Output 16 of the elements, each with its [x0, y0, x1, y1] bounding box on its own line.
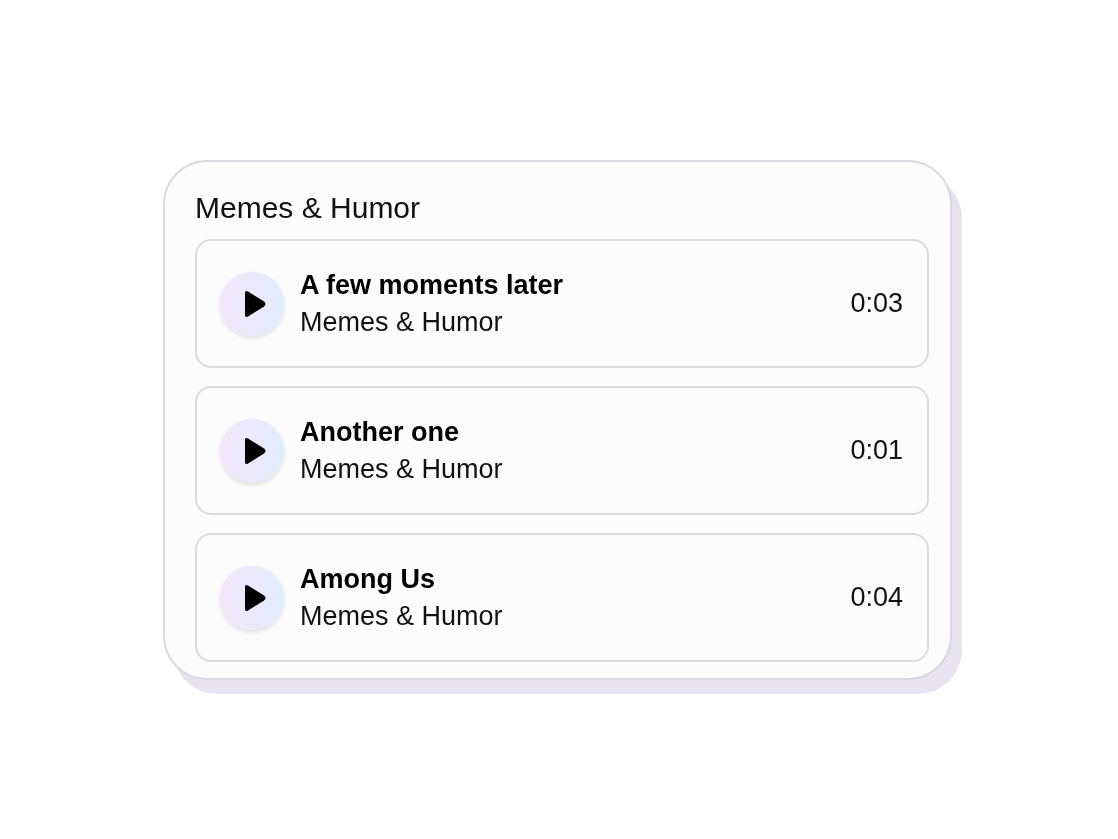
track-item[interactable]: Another one Memes & Humor 0:01	[195, 386, 929, 515]
track-duration: 0:03	[850, 288, 903, 319]
track-category: Memes & Humor	[300, 453, 504, 485]
track-duration: 0:01	[850, 435, 903, 466]
track-category: Memes & Humor	[300, 306, 504, 338]
play-button[interactable]	[220, 271, 284, 336]
play-button[interactable]	[220, 418, 284, 483]
play-button[interactable]	[220, 565, 284, 630]
track-duration: 0:04	[850, 582, 903, 613]
track-category: Memes & Humor	[300, 600, 504, 632]
track-title: A few moments later	[300, 269, 565, 301]
track-item[interactable]: A few moments later Memes & Humor 0:03	[195, 239, 929, 368]
playlist-title: Memes & Humor	[195, 190, 422, 226]
track-title: Among Us	[300, 563, 436, 595]
track-item[interactable]: Among Us Memes & Humor 0:04	[195, 533, 929, 662]
track-title: Another one	[300, 416, 460, 448]
